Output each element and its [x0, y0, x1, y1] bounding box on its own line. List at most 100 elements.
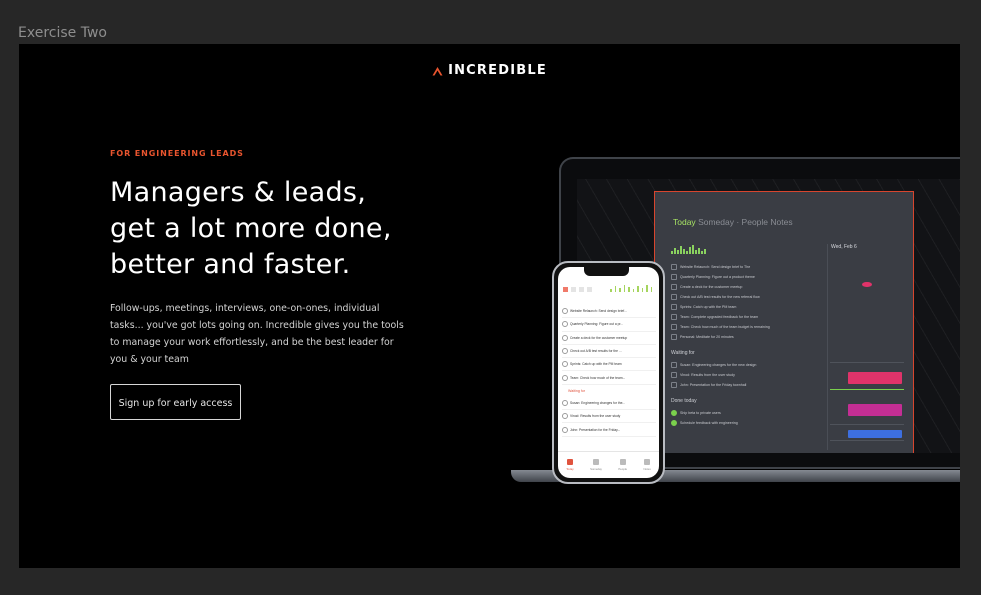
desktop-app-window: Today Someday · People Notes Website Rel…	[654, 191, 914, 453]
mini-calendar[interactable]	[831, 258, 903, 303]
phone-task-list: Website Relaunch: Send design brief... Q…	[562, 305, 656, 437]
app-tab-notes[interactable]: Notes	[770, 217, 792, 227]
checkbox-icon[interactable]	[671, 324, 677, 330]
app-task-list: Website Relaunch: Send design brief to T…	[671, 244, 821, 428]
task-text: Susan: Engineering changes for the new d…	[680, 363, 757, 367]
person-icon	[619, 459, 626, 465]
phone-task[interactable]: Create a deck for the customer meetup	[562, 332, 656, 345]
task-text: Website Relaunch: Send design brief...	[570, 309, 627, 314]
phone-task[interactable]: Quarterly Planning: Figure out a pr...	[562, 318, 656, 332]
waiting-task[interactable]: Susan: Engineering changes for the new d…	[671, 360, 821, 370]
landing-page-artboard: INCREDIBLE FOR ENGINEERING LEADS Manager…	[19, 44, 960, 568]
checkbox-icon[interactable]	[671, 334, 677, 340]
app-task[interactable]: Website Relaunch: Send design brief to T…	[671, 262, 821, 272]
task-text: Team: Check how much of the team...	[570, 375, 626, 380]
waiting-for-heading: Waiting for	[671, 350, 695, 356]
checkbox-icon[interactable]	[562, 399, 568, 406]
checkbox-icon[interactable]	[562, 374, 568, 381]
phone-toolbar	[563, 285, 652, 292]
phone-tab-bar: Today Someday People Notes	[558, 451, 659, 478]
phone-waiting-heading: Waiting for	[568, 388, 586, 393]
phone-tab-today[interactable]: Today	[566, 459, 574, 471]
notes-icon[interactable]	[587, 287, 592, 292]
waiting-task[interactable]: John: Presentation for the Friday townha…	[671, 380, 821, 390]
early-access-button[interactable]: Sign up for early access	[110, 384, 241, 420]
checkbox-icon[interactable]	[562, 321, 568, 328]
headline-line: get a lot more done,	[110, 213, 392, 244]
done-task[interactable]: Schedule feedback with engineering	[671, 418, 821, 428]
calendar-date: Wed, Feb 6	[831, 244, 857, 250]
task-text: John: Presentation for the Friday...	[570, 427, 621, 432]
checkbox-icon[interactable]	[562, 334, 568, 341]
calendar-event[interactable]	[848, 430, 902, 438]
app-task[interactable]: Quarterly Planning: Figure out a product…	[671, 272, 821, 282]
checkbox-icon[interactable]	[562, 361, 568, 368]
check-icon[interactable]	[671, 410, 677, 416]
checkbox-icon[interactable]	[671, 372, 677, 378]
hero-eyebrow: FOR ENGINEERING LEADS	[110, 149, 244, 158]
phone-waiting-task[interactable]: Vinod: Results from the user study	[562, 410, 656, 424]
task-text: Sprints: Catch up with the PM team	[680, 305, 737, 309]
list-icon[interactable]	[563, 287, 568, 292]
phone-tab-someday[interactable]: Someday	[590, 459, 602, 471]
app-tab-someday[interactable]: Someday	[698, 217, 734, 227]
task-text: John: Presentation for the Friday townha…	[680, 383, 747, 387]
phone-waiting-task[interactable]: John: Presentation for the Friday...	[562, 423, 656, 437]
task-text: Vinod: Results from the user study	[680, 373, 735, 377]
app-task[interactable]: Team: Complete upgraded feedback for the…	[671, 312, 821, 322]
phone-screen: Website Relaunch: Send design brief... Q…	[558, 267, 659, 478]
task-text: Team: Check how much of the team budget …	[680, 325, 770, 329]
checkbox-icon[interactable]	[671, 274, 677, 280]
frame-label: Exercise Two	[18, 25, 107, 41]
checkbox-icon[interactable]	[671, 362, 677, 368]
phone-task[interactable]: Check out A/B test results for the ...	[562, 345, 656, 359]
done-today-heading: Done today	[671, 398, 697, 404]
done-task[interactable]: Ship beta to private users	[671, 408, 821, 418]
checkbox-icon[interactable]	[562, 426, 568, 433]
grid-icon[interactable]	[571, 287, 576, 292]
checkbox-icon[interactable]	[562, 308, 568, 315]
phone-task[interactable]: Team: Check how much of the team...	[562, 371, 656, 385]
eye-icon	[592, 459, 599, 465]
checkbox-icon[interactable]	[671, 264, 677, 270]
checkbox-icon[interactable]	[671, 314, 677, 320]
checkbox-icon[interactable]	[671, 294, 677, 300]
task-text: Schedule feedback with engineering	[680, 421, 738, 425]
calendar-event[interactable]	[848, 404, 902, 416]
calendar-event[interactable]	[848, 372, 902, 384]
phone-tab-notes[interactable]: Notes	[643, 459, 651, 471]
checkbox-icon[interactable]	[562, 348, 568, 355]
task-text: Sprints: Catch up with the PM team	[570, 362, 622, 367]
task-text: Personal: Meditate for 20 minutes	[680, 335, 734, 339]
app-tab-people[interactable]: People	[742, 217, 768, 227]
calendar-icon[interactable]	[579, 287, 584, 292]
phone-tab-people[interactable]: People	[618, 459, 627, 471]
check-icon[interactable]	[671, 420, 677, 426]
phone-task[interactable]: Website Relaunch: Send design brief...	[562, 305, 656, 319]
app-task[interactable]: Sprints: Catch up with the PM team	[671, 302, 821, 312]
chevron-up-logo-icon	[432, 65, 443, 80]
phone-task[interactable]: Sprints: Catch up with the PM team	[562, 358, 656, 372]
phone-mockup: Website Relaunch: Send design brief... Q…	[552, 261, 665, 484]
brand-logo[interactable]: INCREDIBLE	[19, 63, 960, 80]
checkbox-icon[interactable]	[562, 413, 568, 420]
task-text: Susan: Engineering changes for the...	[570, 400, 626, 405]
task-text: Quarterly Planning: Figure out a pr...	[570, 322, 624, 327]
app-task[interactable]: Personal: Meditate for 20 minutes	[671, 332, 821, 342]
app-task[interactable]: Team: Check how much of the team budget …	[671, 322, 821, 332]
task-text: Check out A/B test results for the ...	[570, 349, 622, 354]
checkbox-icon[interactable]	[671, 382, 677, 388]
phone-waiting-task[interactable]: Susan: Engineering changes for the...	[562, 397, 656, 411]
task-text: Vinod: Results from the user study	[570, 414, 621, 419]
app-task[interactable]: Create a deck for the customer meetup	[671, 282, 821, 292]
task-text: Create a deck for the customer meetup	[570, 335, 628, 340]
app-tab-today[interactable]: Today	[673, 217, 696, 227]
task-text: Ship beta to private users	[680, 411, 721, 415]
task-text: Team: Complete upgraded feedback for the…	[680, 315, 759, 319]
app-task[interactable]: Check out A/B test results for the new r…	[671, 292, 821, 302]
waiting-task[interactable]: Vinod: Results from the user study	[671, 370, 821, 380]
checkbox-icon[interactable]	[671, 284, 677, 290]
checkbox-icon[interactable]	[671, 304, 677, 310]
calendar-sidebar: Wed, Feb 6	[827, 244, 906, 450]
task-text: Quarterly Planning: Figure out a product…	[680, 275, 755, 279]
